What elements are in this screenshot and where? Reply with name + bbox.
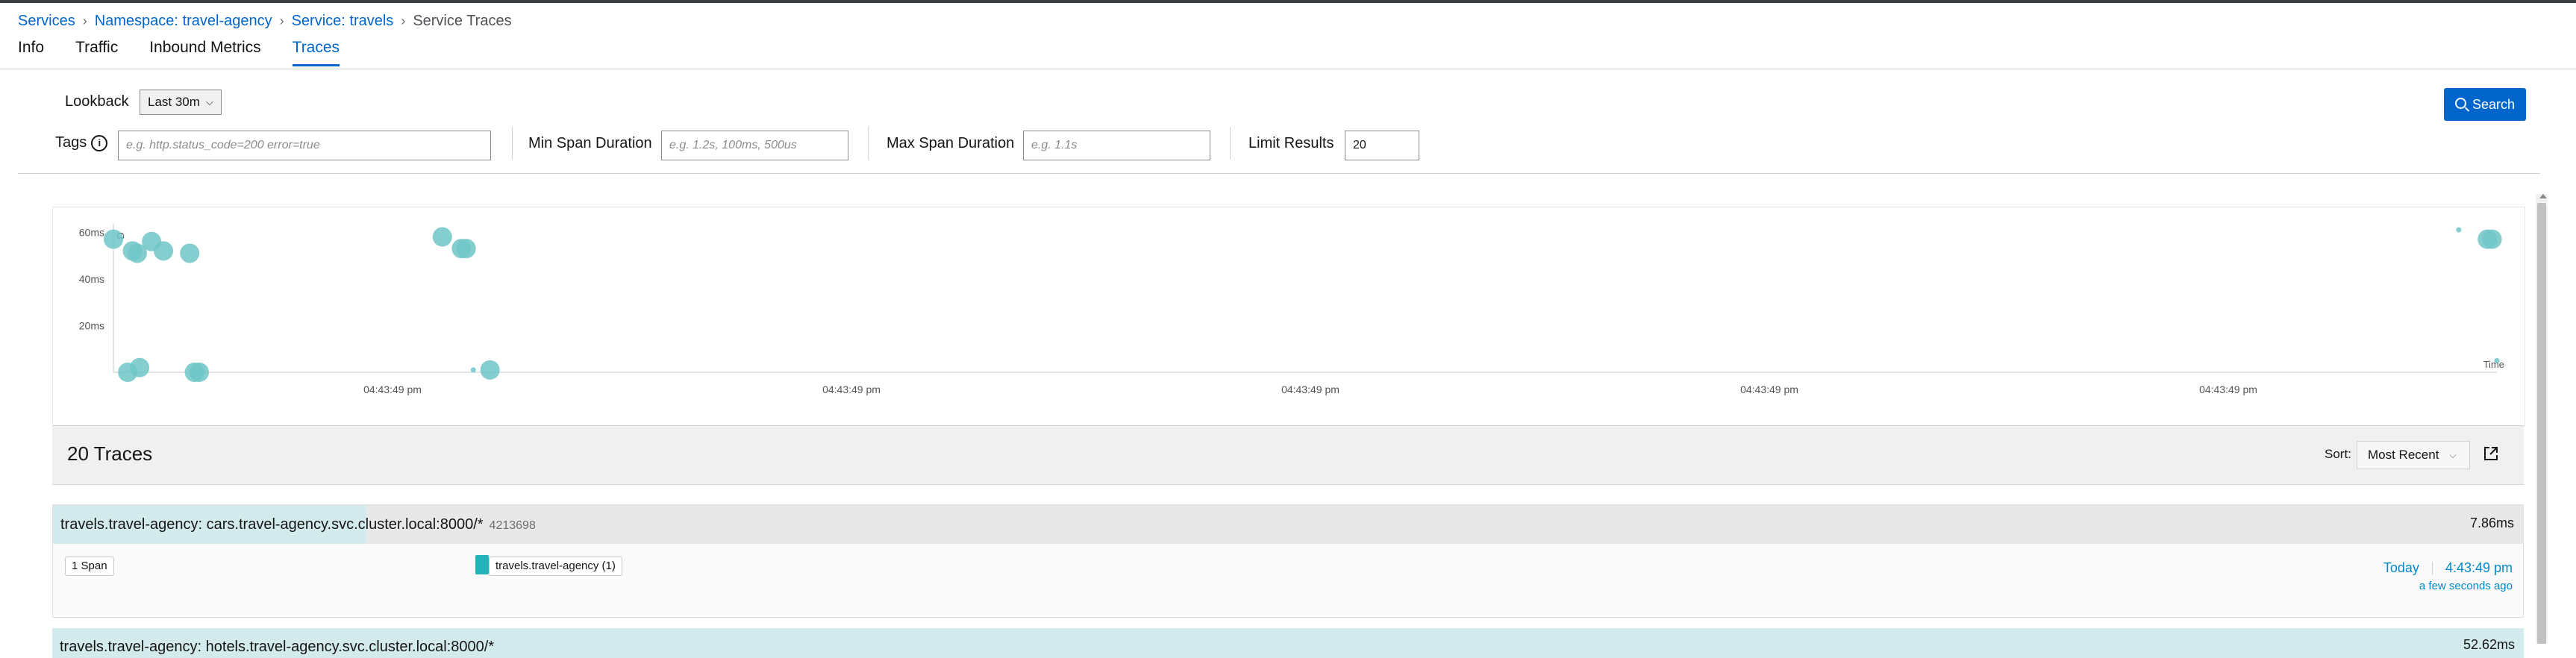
tab-info[interactable]: Info bbox=[18, 39, 44, 66]
tab-inbound-metrics[interactable]: Inbound Metrics bbox=[149, 39, 260, 66]
timestamp-divider bbox=[2431, 562, 2433, 576]
span-count-badge: 1 Span bbox=[65, 557, 114, 576]
traces-count: 20 Traces bbox=[67, 442, 153, 465]
x-tick-label: 04:43:49 pm bbox=[822, 383, 881, 395]
trace-date: Today bbox=[2383, 560, 2419, 575]
scatter-point bbox=[2482, 229, 2502, 249]
tags-label-text: Tags bbox=[55, 134, 87, 151]
toolbar-divider bbox=[868, 127, 869, 160]
lookback-select[interactable]: Last 30m ⌵ bbox=[140, 90, 222, 115]
detail-tabs: Info Traffic Inbound Metrics Traces bbox=[18, 39, 371, 66]
toolbar-divider bbox=[18, 173, 2540, 174]
x-tick-label: 04:43:49 pm bbox=[2199, 383, 2257, 395]
x-tick-label: 04:43:49 pm bbox=[363, 383, 422, 395]
breadcrumb-separator-icon: › bbox=[82, 13, 87, 28]
service-color-swatch bbox=[475, 555, 489, 574]
trace-id: 4213698 bbox=[489, 519, 536, 532]
y-tick-label: 60ms bbox=[79, 226, 104, 238]
scatter-point bbox=[189, 363, 209, 382]
tags-placeholder: e.g. http.status_code=200 error=true bbox=[126, 139, 320, 151]
scatter-point bbox=[470, 367, 476, 373]
x-tick-label: 04:43:49 pm bbox=[1740, 383, 1798, 395]
trace-title[interactable]: travels.travel-agency: hotels.travel-age… bbox=[60, 639, 494, 656]
limit-results-label: Limit Results bbox=[1248, 135, 1334, 151]
scatter-point bbox=[2494, 357, 2500, 363]
trace-duration: 7.86ms bbox=[2469, 516, 2514, 530]
y-tick-label: 20ms bbox=[79, 319, 104, 331]
trace-title-text: travels.travel-agency: cars.travel-agenc… bbox=[60, 516, 484, 533]
toolbar-divider bbox=[1230, 127, 1231, 160]
max-span-duration-input[interactable]: e.g. 1.1s bbox=[1023, 131, 1210, 160]
y-tick-label: 40ms bbox=[79, 273, 104, 285]
breadcrumb-current: Service Traces bbox=[413, 12, 512, 29]
scatter-point bbox=[180, 243, 200, 263]
max-span-duration-placeholder: e.g. 1.1s bbox=[1031, 139, 1078, 151]
scroll-up-arrow-icon[interactable] bbox=[2539, 194, 2547, 198]
toolbar-divider bbox=[512, 127, 513, 160]
tab-traces[interactable]: Traces bbox=[292, 39, 340, 66]
breadcrumb-service[interactable]: Service: travels bbox=[292, 13, 394, 30]
trace-title[interactable]: travels.travel-agency: cars.travel-agenc… bbox=[60, 516, 536, 533]
search-icon bbox=[2454, 97, 2466, 109]
lookback-value: Last 30m bbox=[148, 95, 200, 109]
x-tick-label: 04:43:49 pm bbox=[1281, 383, 1339, 395]
chevron-down-icon: ⌵ bbox=[205, 96, 213, 107]
trace-timestamp: Today 4:43:49 pm bbox=[2383, 560, 2513, 576]
scatter-point bbox=[130, 357, 150, 377]
scatter-point bbox=[480, 360, 500, 380]
chevron-down-icon: ⌵ bbox=[2449, 449, 2457, 460]
scatter-point bbox=[432, 227, 452, 247]
external-link-icon[interactable] bbox=[2483, 445, 2499, 462]
search-button-label: Search bbox=[2472, 96, 2516, 112]
tags-input[interactable]: e.g. http.status_code=200 error=true bbox=[118, 131, 491, 160]
scatter-point bbox=[456, 239, 476, 259]
lookback-label: Lookback bbox=[65, 93, 129, 110]
breadcrumb-services[interactable]: Services bbox=[18, 13, 75, 30]
service-badge: travels.travel-agency (1) bbox=[489, 557, 622, 576]
sort-value: Most Recent bbox=[2368, 448, 2439, 462]
traces-scatter-chart: 60ms40ms20msD04:43:49 pm04:43:49 pm04:43… bbox=[79, 224, 2504, 395]
tags-label: Tags i bbox=[55, 134, 108, 151]
scrollbar-thumb[interactable] bbox=[2537, 203, 2546, 644]
breadcrumb: Services › Namespace: travel-agency › Se… bbox=[18, 10, 512, 31]
search-button[interactable]: Search bbox=[2444, 88, 2526, 121]
trace-duration: 52.62ms bbox=[2463, 637, 2515, 652]
breadcrumb-separator-icon: › bbox=[279, 13, 284, 28]
trace-title-bar: travels.travel-agency: cars.travel-agenc… bbox=[53, 505, 2523, 544]
top-border bbox=[0, 0, 2576, 3]
breadcrumb-separator-icon: › bbox=[401, 13, 406, 28]
scatter-point bbox=[104, 229, 123, 249]
limit-results-input[interactable]: 20 bbox=[1345, 131, 1419, 160]
info-icon[interactable]: i bbox=[91, 134, 108, 151]
tab-traffic[interactable]: Traffic bbox=[75, 39, 118, 66]
min-span-duration-label: Min Span Duration bbox=[528, 135, 652, 151]
trace-list-item[interactable]: travels.travel-agency: cars.travel-agenc… bbox=[52, 504, 2524, 618]
scatter-point bbox=[154, 241, 174, 261]
traces-header: 20 Traces Sort: Most Recent ⌵ bbox=[52, 425, 2524, 485]
trace-time: 4:43:49 pm bbox=[2445, 560, 2513, 575]
sort-label: Sort: bbox=[2325, 447, 2351, 461]
max-span-duration-label: Max Span Duration bbox=[887, 135, 1015, 151]
sort-select[interactable]: Most Recent ⌵ bbox=[2357, 441, 2470, 469]
min-span-duration-placeholder: e.g. 1.2s, 100ms, 500us bbox=[669, 139, 797, 151]
scatter-point bbox=[2456, 227, 2462, 233]
x-axis-label: Time bbox=[2483, 359, 2504, 370]
min-span-duration-input[interactable]: e.g. 1.2s, 100ms, 500us bbox=[661, 131, 848, 160]
trace-relative-time: a few seconds ago bbox=[2419, 580, 2513, 592]
limit-results-value: 20 bbox=[1353, 139, 1366, 151]
breadcrumb-namespace[interactable]: Namespace: travel-agency bbox=[95, 13, 272, 30]
trace-list-item[interactable]: travels.travel-agency: hotels.travel-age… bbox=[52, 628, 2524, 658]
